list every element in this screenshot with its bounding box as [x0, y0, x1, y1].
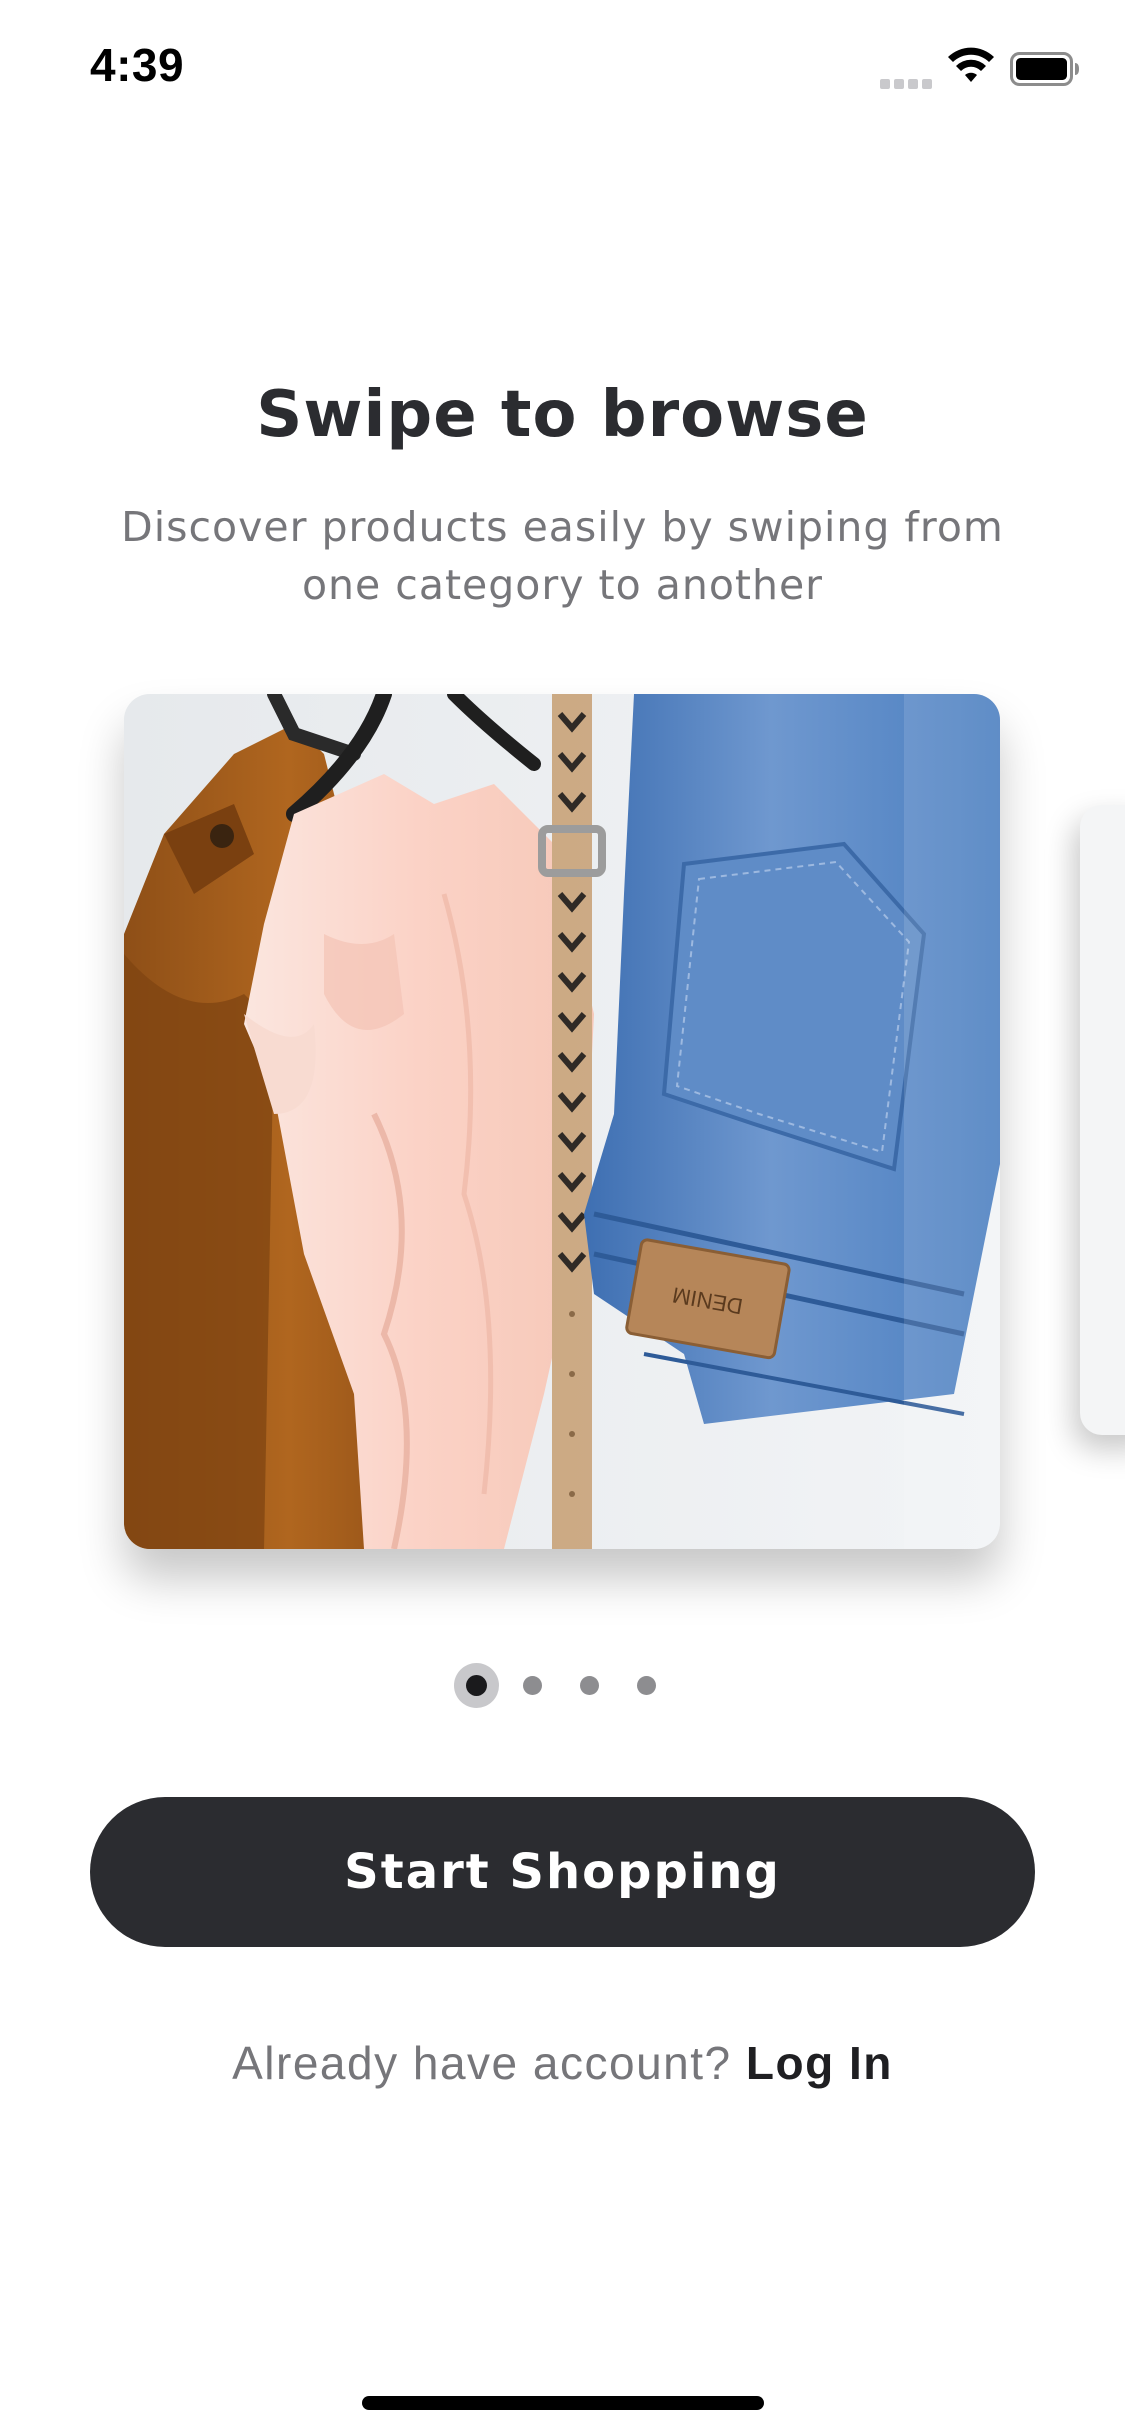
page-dot-2[interactable]: [523, 1676, 542, 1695]
page-title: Swipe to browse: [256, 378, 869, 452]
cellular-signal-icon: [880, 74, 936, 89]
carousel-card-next-peek[interactable]: [1080, 805, 1125, 1435]
page-dot-1-active[interactable]: [454, 1663, 499, 1708]
login-row: Already have account? Log In: [0, 2036, 1125, 2090]
status-time: 4:39: [90, 39, 185, 91]
wifi-icon: [948, 47, 994, 82]
page-dot-4[interactable]: [637, 1676, 656, 1695]
page-dot-3[interactable]: [580, 1676, 599, 1695]
page-subtitle: Discover products easily by swiping from…: [121, 503, 1004, 609]
battery-icon: [1010, 52, 1079, 86]
login-prompt-text: Already have account?: [232, 2037, 732, 2089]
login-link[interactable]: Log In: [746, 2037, 893, 2089]
product-carousel[interactable]: DENIM: [0, 690, 1125, 1570]
status-bar: 4:39: [0, 0, 1125, 140]
start-shopping-button[interactable]: Start Shopping: [90, 1797, 1035, 1947]
page-indicator[interactable]: [454, 1660, 694, 1710]
home-indicator[interactable]: [362, 2396, 764, 2410]
carousel-card-clothing[interactable]: DENIM: [124, 694, 1000, 1549]
clothing-rack-image: DENIM: [124, 694, 1000, 1549]
